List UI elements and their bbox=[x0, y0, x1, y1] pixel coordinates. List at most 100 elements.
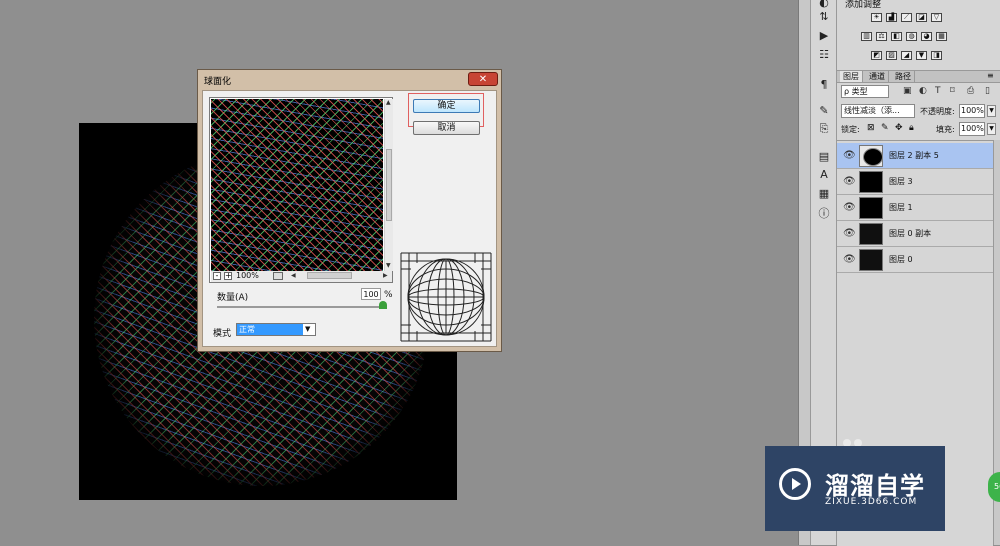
invert-icon[interactable]: ◩ bbox=[871, 51, 882, 60]
blend-row: 线性减淡（添... 不透明度: 100% ▼ bbox=[837, 103, 1000, 119]
amount-slider[interactable] bbox=[217, 301, 387, 309]
layer-comps-icon[interactable]: ▤ bbox=[817, 150, 831, 164]
ok-button[interactable]: 确定 bbox=[413, 99, 480, 113]
properties-icon[interactable]: ☷ bbox=[817, 48, 831, 62]
scroll-left-icon[interactable]: ◀ bbox=[291, 272, 296, 279]
spherize-dialog: 球面化 ✕ ▲ ▼ - + 100% ◀ ▶ 确定 取消 数量(A) 100 % bbox=[197, 69, 502, 352]
actions-play-icon[interactable]: ▶ bbox=[817, 29, 831, 43]
spherize-grid-preview bbox=[399, 251, 493, 343]
lock-position-icon[interactable]: ✥ bbox=[895, 123, 903, 133]
selective-color-icon[interactable]: ▼ bbox=[916, 51, 927, 60]
chevron-down-icon[interactable]: ▼ bbox=[305, 325, 310, 333]
mode-selected-value[interactable]: 正常 bbox=[237, 324, 303, 335]
hue-saturation-icon[interactable]: ▥ bbox=[861, 32, 872, 41]
scroll-thumb[interactable] bbox=[386, 149, 392, 221]
visibility-eye-icon[interactable]: 👁︎ bbox=[843, 202, 856, 213]
panel-menu-icon[interactable]: ≡ bbox=[987, 71, 994, 80]
cancel-button[interactable]: 取消 bbox=[413, 121, 480, 135]
clone-source-icon[interactable]: ⎘ bbox=[817, 122, 831, 136]
zoom-out-button[interactable]: - bbox=[213, 272, 221, 280]
lock-transparency-icon[interactable]: ⊠ bbox=[867, 123, 875, 133]
close-button[interactable]: ✕ bbox=[468, 72, 498, 86]
horizontal-scroll-thumb[interactable] bbox=[307, 272, 352, 279]
color-lookup-icon[interactable]: ▦ bbox=[936, 32, 947, 41]
layer-thumbnail[interactable] bbox=[859, 171, 883, 193]
tab-channels[interactable]: 通道 bbox=[866, 71, 889, 82]
lock-pixels-icon[interactable]: ✎ bbox=[881, 123, 889, 133]
amount-input[interactable]: 100 bbox=[361, 288, 381, 300]
notes-icon[interactable]: ▦ bbox=[817, 187, 831, 201]
gradient-map-icon[interactable]: ◨ bbox=[931, 51, 942, 60]
fill-input[interactable]: 100% bbox=[959, 122, 985, 136]
brightness-icon[interactable]: ☀ bbox=[871, 13, 882, 22]
layer-name[interactable]: 图层 0 副本 bbox=[889, 228, 931, 239]
scroll-up-icon[interactable]: ▲ bbox=[386, 99, 391, 106]
blend-mode-select[interactable]: 线性减淡（添... bbox=[841, 104, 915, 118]
filter-kind-select[interactable]: ρ 类型 bbox=[841, 85, 889, 98]
black-white-icon[interactable]: ◧ bbox=[891, 32, 902, 41]
lock-row: 锁定: ⊠ ✎ ✥ 🔒︎ 填充: 100% ▼ bbox=[837, 121, 1000, 137]
visibility-eye-icon[interactable]: 👁︎ bbox=[843, 150, 856, 161]
adjustment-filter-icon[interactable]: ◐ bbox=[919, 86, 927, 96]
color-balance-icon[interactable]: ⚖ bbox=[876, 32, 887, 41]
channel-mixer-icon[interactable]: ◕ bbox=[921, 32, 932, 41]
history-icon[interactable]: ◐ bbox=[817, 0, 831, 10]
mode-select[interactable]: 正常 ▼ bbox=[236, 323, 316, 336]
scroll-down-icon[interactable]: ▼ bbox=[386, 262, 391, 269]
lock-all-icon[interactable]: 🔒︎ bbox=[909, 123, 914, 133]
layer-thumbnail[interactable] bbox=[859, 197, 883, 219]
tab-paths[interactable]: 路径 bbox=[892, 71, 915, 82]
zoom-in-button[interactable]: + bbox=[224, 272, 232, 280]
layer-row[interactable]: 👁︎ 图层 3 bbox=[837, 169, 993, 195]
layer-row[interactable]: 👁︎ 图层 0 副本 bbox=[837, 221, 993, 247]
layer-thumbnail[interactable] bbox=[859, 249, 883, 271]
levels-icon[interactable]: ▟ bbox=[886, 13, 897, 22]
floating-badge[interactable]: 56 bbox=[988, 472, 1000, 502]
curves-icon[interactable]: ⟋ bbox=[901, 13, 912, 22]
opacity-dropdown-icon[interactable]: ▼ bbox=[987, 105, 996, 117]
scroll-right-icon[interactable]: ▶ bbox=[383, 272, 388, 279]
visibility-eye-icon[interactable]: 👁︎ bbox=[843, 254, 856, 265]
play-triangle-icon bbox=[792, 478, 801, 490]
circle-mask-thumbnail bbox=[863, 148, 883, 166]
preview-image[interactable] bbox=[211, 99, 383, 271]
opacity-input[interactable]: 100% bbox=[959, 104, 985, 118]
filter-preview[interactable]: ▲ ▼ - + 100% ◀ ▶ bbox=[209, 97, 393, 283]
zoom-level: 100% bbox=[236, 271, 259, 280]
character-icon[interactable]: A bbox=[817, 168, 831, 182]
tab-layers[interactable]: 图层 bbox=[840, 71, 863, 82]
photo-filter-icon[interactable]: ◍ bbox=[906, 32, 917, 41]
filter-toggle-icon[interactable]: ▯ bbox=[985, 86, 990, 96]
shape-filter-icon[interactable]: ⌑ bbox=[950, 86, 955, 96]
type-filter-icon[interactable]: T bbox=[935, 86, 941, 96]
vibrance-icon[interactable]: ▽ bbox=[931, 13, 942, 22]
threshold-icon[interactable]: ◢ bbox=[901, 51, 912, 60]
visibility-eye-icon[interactable]: 👁︎ bbox=[843, 176, 856, 187]
fill-dropdown-icon[interactable]: ▼ bbox=[987, 123, 996, 135]
exposure-icon[interactable]: ◪ bbox=[916, 13, 927, 22]
layer-thumbnail[interactable] bbox=[859, 223, 883, 245]
watermark-brand: 溜溜自学 bbox=[825, 472, 925, 500]
smart-object-filter-icon[interactable]: ⎙ bbox=[967, 86, 974, 96]
layer-name[interactable]: 图层 0 bbox=[889, 254, 913, 265]
opacity-label: 不透明度: bbox=[920, 107, 955, 116]
zoom-dropdown[interactable] bbox=[273, 272, 283, 280]
dialog-body: ▲ ▼ - + 100% ◀ ▶ 确定 取消 数量(A) 100 % 模式 正常… bbox=[202, 90, 497, 347]
brush-icon[interactable]: ✎ bbox=[817, 104, 831, 118]
swap-icon[interactable]: ⇅ bbox=[817, 10, 831, 24]
info-icon[interactable]: ⓘ bbox=[817, 207, 831, 221]
slider-knob[interactable] bbox=[379, 301, 387, 309]
amount-unit: % bbox=[384, 290, 393, 300]
layer-thumbnail[interactable] bbox=[859, 145, 883, 167]
paragraph-icon[interactable]: ¶ bbox=[817, 78, 831, 92]
layer-row[interactable]: 👁︎ 图层 0 bbox=[837, 247, 993, 273]
pixel-filter-icon[interactable]: ▣ bbox=[903, 86, 912, 96]
layer-name[interactable]: 图层 2 副本 5 bbox=[889, 150, 939, 161]
visibility-eye-icon[interactable]: 👁︎ bbox=[843, 228, 856, 239]
layer-name[interactable]: 图层 1 bbox=[889, 202, 913, 213]
posterize-icon[interactable]: ▨ bbox=[886, 51, 897, 60]
layer-row[interactable]: 👁︎ 图层 1 bbox=[837, 195, 993, 221]
layer-name[interactable]: 图层 3 bbox=[889, 176, 913, 187]
preview-vertical-scrollbar[interactable]: ▲ ▼ bbox=[384, 99, 393, 271]
layer-row[interactable]: 👁︎ 图层 2 副本 5 bbox=[837, 143, 993, 169]
